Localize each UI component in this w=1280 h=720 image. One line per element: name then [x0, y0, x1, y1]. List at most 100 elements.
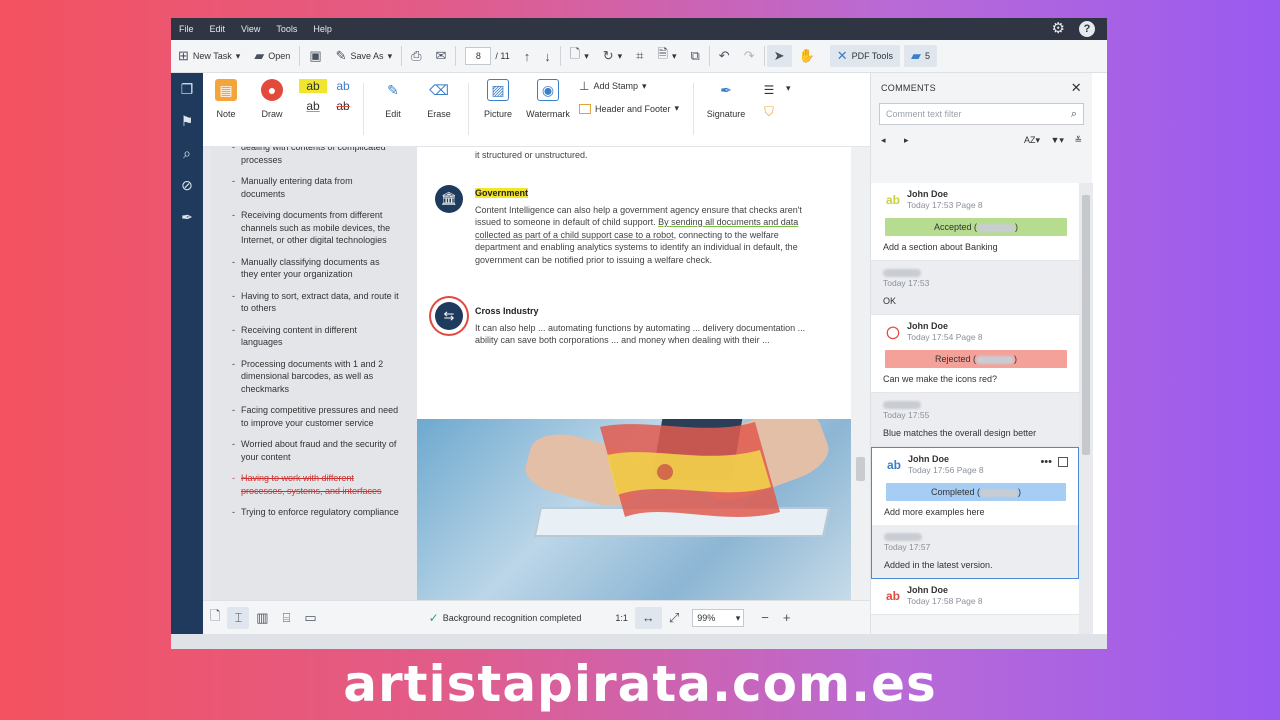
comments-scrollbar[interactable]: [1079, 183, 1093, 634]
fit-page-button[interactable]: ⤢: [662, 606, 686, 630]
redacted-name: [977, 223, 1016, 232]
comment-filter-input[interactable]: Comment text filter ⌕: [879, 103, 1084, 125]
nav-arrows: ◂ ▸: [881, 135, 909, 146]
sort-button[interactable]: AZ▾: [1024, 135, 1040, 145]
underline-text-icon[interactable]: ab: [299, 99, 327, 113]
document-scrollbar[interactable]: [851, 147, 870, 600]
rotate-button[interactable]: ↻ ▾: [596, 44, 629, 68]
window-bottom-frame: [171, 634, 1107, 649]
list-item: Manually classifying documents as they e…: [232, 256, 399, 281]
signature-button[interactable]: ✒ Signature: [700, 79, 752, 120]
comment-author: John Doe: [907, 585, 949, 595]
continuous-view-button[interactable]: ⌶: [227, 606, 250, 629]
email-button[interactable]: ✉: [429, 44, 454, 68]
save-as-dropdown-icon[interactable]: ▾: [388, 51, 393, 62]
protect-button[interactable]: ☰ ⛉: [752, 79, 786, 123]
cross-industry-icon: ⇆: [435, 302, 463, 330]
save-button[interactable]: ▣: [302, 44, 328, 68]
add-stamp-button[interactable]: ⊥ Add Stamp ▾: [579, 79, 687, 93]
search-icon[interactable]: ⌕: [171, 137, 203, 169]
comment-card[interactable]: ab John Doe Today 17:58 Page 8: [871, 579, 1079, 615]
add-page-button[interactable]: 🗋 ▾: [563, 44, 596, 68]
close-icon[interactable]: ✕: [1071, 80, 1082, 96]
menu-view[interactable]: View: [233, 24, 268, 34]
ribbon-divider: [363, 83, 364, 135]
comments-scroll-thumb[interactable]: [1082, 195, 1090, 455]
strikethrough-text-icon[interactable]: ab: [329, 99, 357, 113]
signature-panel-icon[interactable]: ✒: [171, 201, 203, 233]
filter-funnel-icon[interactable]: ▼▾: [1051, 135, 1064, 145]
settings-gear-icon[interactable]: ⚙: [1052, 21, 1065, 37]
note-button[interactable]: ▤ Note: [203, 79, 249, 119]
ribbon-chevron-icon[interactable]: ▾: [786, 83, 791, 94]
pdf-tools-button[interactable]: ✕ PDF Tools: [829, 45, 900, 67]
single-page-view-button[interactable]: 🗋: [203, 606, 227, 630]
list-item: Receiving content in different languages: [232, 324, 399, 349]
comment-card[interactable]: ab John Doe Today 17:56 Page 8 ••• Completed…: [871, 447, 1079, 525]
comment-reply[interactable]: Today 17:57 Added in the latest version.: [871, 525, 1079, 579]
comment-meta: John Doe Today 17:58 Page 8: [907, 585, 1069, 606]
two-page-continuous-button[interactable]: ⌸: [276, 606, 298, 630]
open-button[interactable]: ▰ Open: [247, 44, 297, 68]
document-scroll-thumb[interactable]: [856, 457, 865, 481]
presentation-button[interactable]: ▭: [297, 606, 323, 630]
prev-page-button[interactable]: ↑: [517, 44, 538, 68]
erase-button[interactable]: ⌫ Erase: [416, 79, 462, 120]
edit-button[interactable]: ✎ Edit: [370, 79, 416, 120]
comment-card[interactable]: ◯ John Doe Today 17:54 Page 8 Rejected () Ca…: [871, 315, 1079, 393]
fit-width-button[interactable]: ↔: [634, 606, 662, 629]
undo-button[interactable]: ↶: [712, 44, 737, 68]
zoom-select[interactable]: 99% ▾: [692, 608, 745, 627]
comment-reply[interactable]: Today 17:53 OK: [871, 261, 1079, 315]
resolve-checkbox[interactable]: [1058, 457, 1068, 467]
watermark-button[interactable]: ◉ Watermark: [521, 79, 575, 119]
zoom-out-button[interactable]: −: [754, 606, 776, 630]
draw-button[interactable]: ● Draw: [249, 79, 295, 119]
list-item: Having to work with different processes,…: [232, 472, 399, 497]
next-comment-icon[interactable]: ▸: [904, 135, 909, 145]
attachment-icon[interactable]: ⊘: [171, 169, 203, 201]
comment-text: Add a section about Banking: [883, 242, 998, 252]
menu-help[interactable]: Help: [305, 24, 340, 34]
actual-size-button[interactable]: 1:1: [608, 606, 635, 630]
comments-toggle-button[interactable]: ▰ 5: [903, 45, 937, 67]
previous-comment-icon[interactable]: ◂: [881, 135, 886, 145]
next-page-button[interactable]: ↓: [537, 44, 558, 68]
pages-panel-icon[interactable]: ❐: [171, 73, 203, 105]
page-number-input[interactable]: 8: [465, 47, 492, 65]
help-icon[interactable]: ?: [1079, 21, 1095, 37]
edit-label: Edit: [385, 109, 401, 119]
select-tool-button[interactable]: ➤: [766, 45, 792, 67]
header-footer-button[interactable]: Header and Footer ▾: [579, 103, 687, 114]
list-item: Trying to enforce regulatory compliance: [232, 506, 399, 519]
menu-edit[interactable]: Edit: [202, 24, 234, 34]
menu-file[interactable]: File: [171, 24, 202, 34]
comment-reply[interactable]: Today 17:55 Blue matches the overall desi…: [871, 393, 1079, 447]
list-item: dealing with contents of complicated pro…: [232, 147, 399, 166]
hand-tool-button[interactable]: ✋: [792, 44, 822, 68]
highlight-text-icon[interactable]: ab: [299, 79, 327, 93]
print-button[interactable]: ⎙: [404, 44, 428, 68]
menu-tools[interactable]: Tools: [268, 24, 305, 34]
comment-timestamp: Today 17:58: [907, 596, 954, 606]
new-task-button[interactable]: ⊞ New Task ▾: [171, 44, 247, 68]
redo-button[interactable]: ↷: [737, 44, 762, 68]
bookmark-icon[interactable]: ⚑: [171, 105, 203, 137]
compare-button[interactable]: ⧉: [683, 44, 706, 68]
replace-text-icon[interactable]: ab: [329, 79, 357, 93]
crop-button[interactable]: ⌗: [629, 44, 650, 68]
comments-list: ab John Doe Today 17:53 Page 8 Accepted () A…: [871, 183, 1079, 634]
page-tools-button[interactable]: 🗎 ▾: [651, 44, 684, 68]
comment-bubble-icon: ▰: [910, 48, 921, 63]
zoom-in-button[interactable]: +: [776, 606, 798, 630]
save-as-button[interactable]: ✎ Save As ▾: [329, 44, 399, 68]
undo-icon: ↶: [718, 48, 730, 63]
picture-button[interactable]: ▨ Picture: [475, 79, 521, 119]
collapse-all-icon[interactable]: ≚: [1074, 135, 1082, 145]
comment-card[interactable]: ab John Doe Today 17:53 Page 8 Accepted () A…: [871, 183, 1079, 261]
ribbon-divider: [468, 83, 469, 135]
new-task-dropdown-icon[interactable]: ▾: [236, 51, 241, 62]
comment-type-icon: ◯: [886, 325, 900, 339]
more-options-icon[interactable]: •••: [1040, 456, 1052, 468]
two-page-view-button[interactable]: ▥: [249, 606, 275, 630]
